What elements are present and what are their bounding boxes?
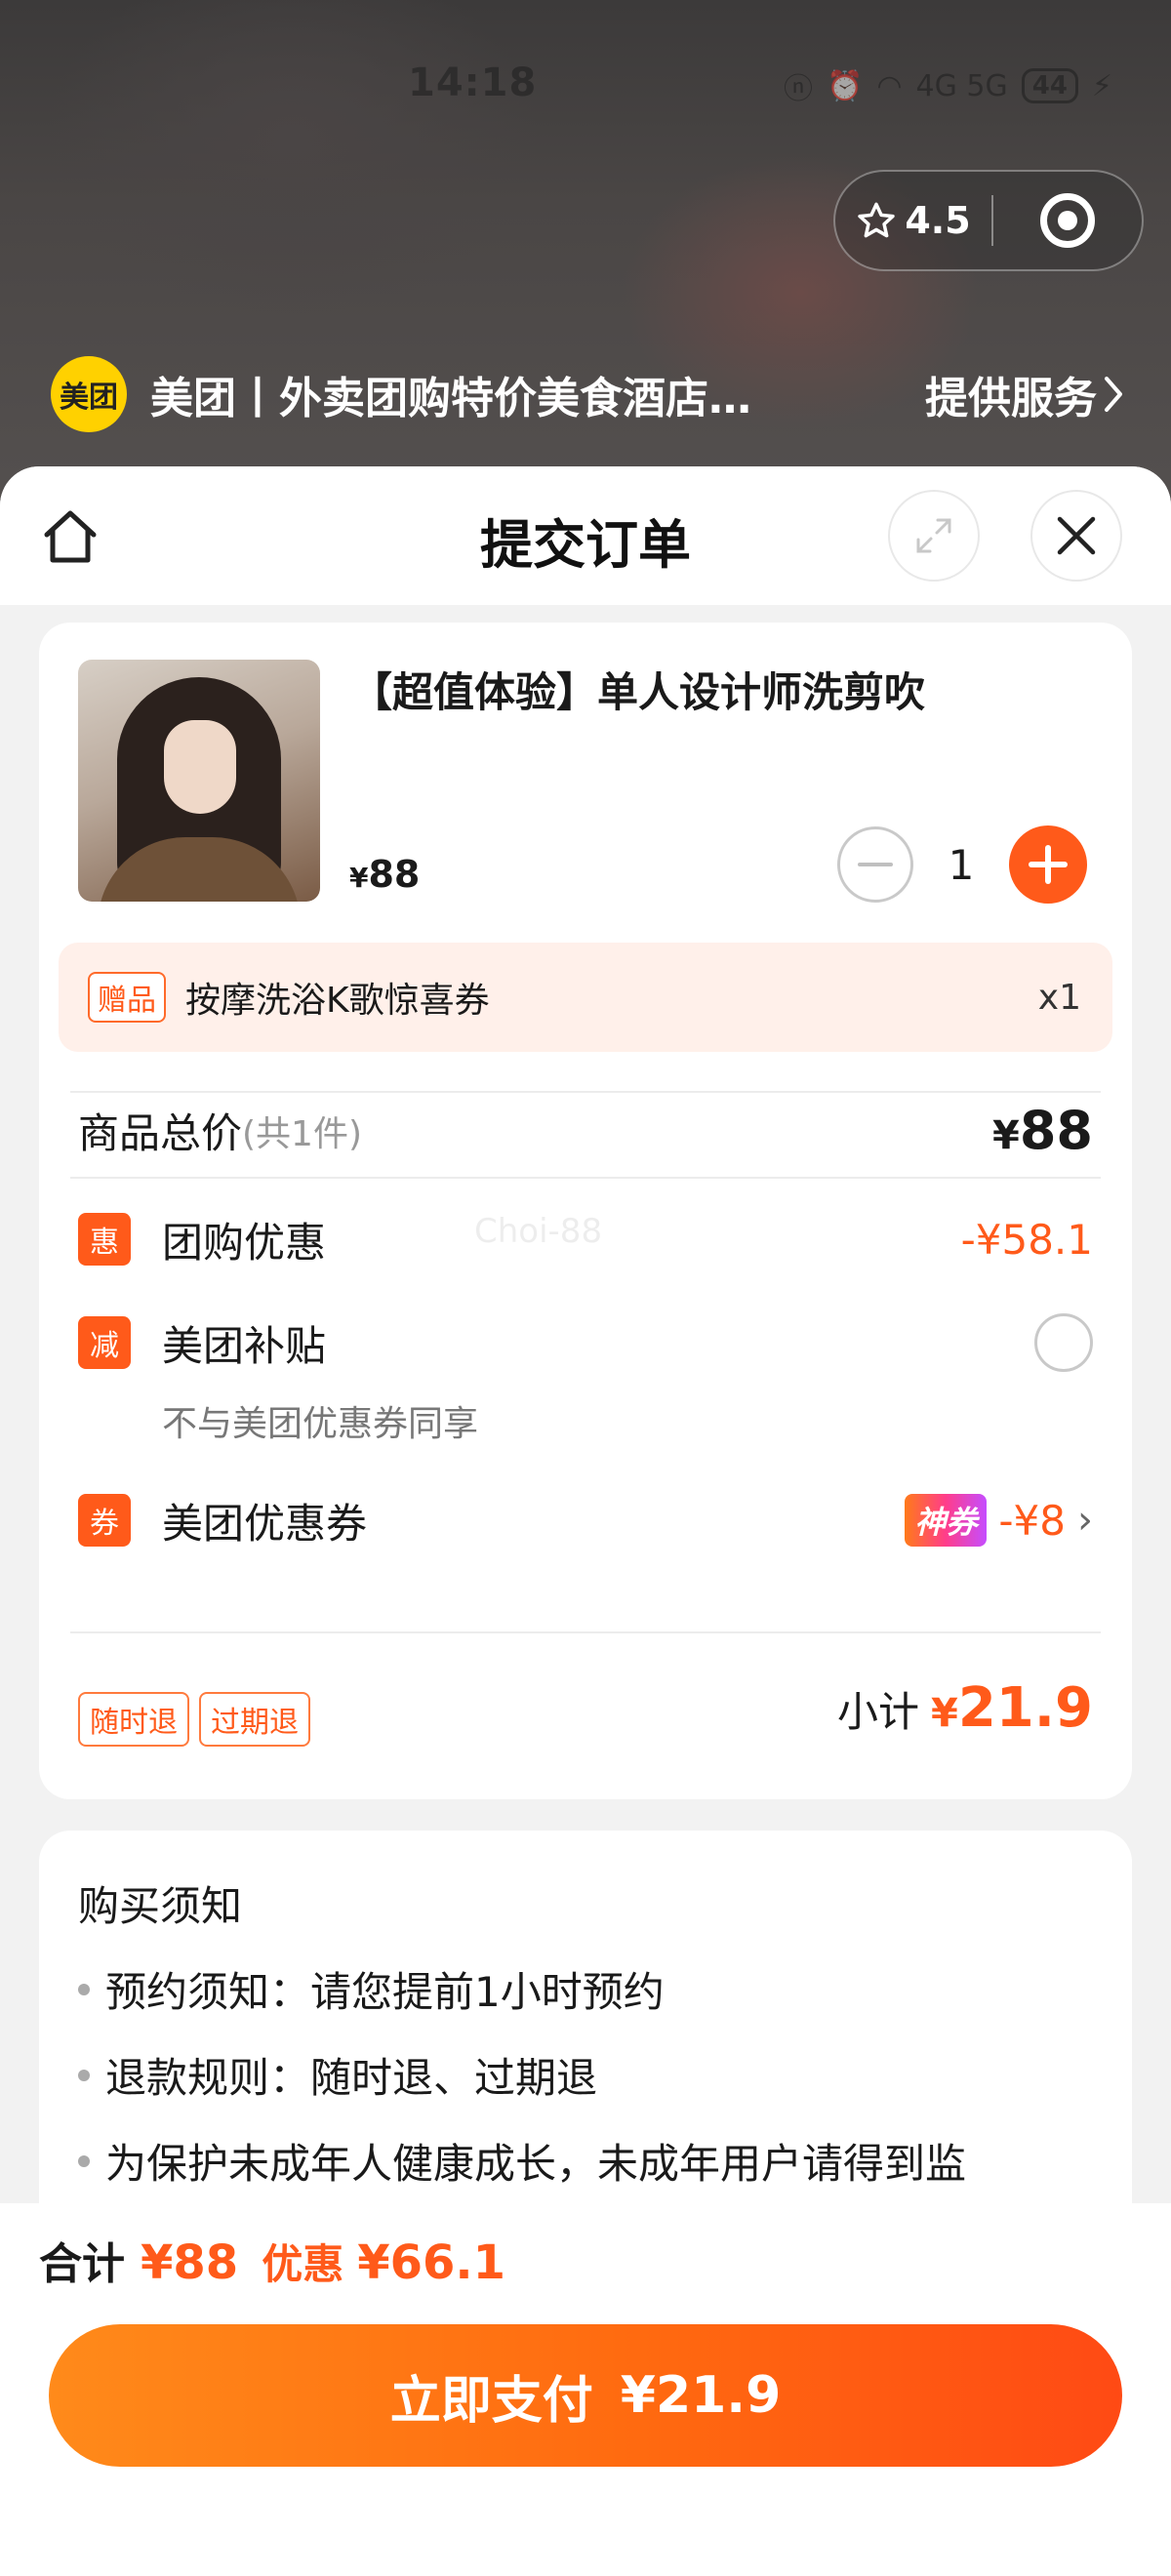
page-title: 提交订单 <box>480 514 691 576</box>
order-card: 【超值体验】单人设计师洗剪吹 ¥88 1 赠品 按摩洗浴K歌惊喜券 x1 商品总… <box>39 623 1132 1799</box>
pay-now-button[interactable]: 立即支付 ¥21.9 <box>49 2324 1122 2467</box>
mini-program-capsule: 4.5 <box>833 170 1144 271</box>
discount-label: 美团优惠券 <box>162 1499 368 1548</box>
super-coupon-tag: 神券 <box>905 1494 988 1547</box>
rating-value: 4.5 <box>905 199 971 242</box>
total-count: (共1件) <box>242 1113 363 1154</box>
coupon-amount: -¥8 <box>998 1496 1066 1545</box>
total-label: 商品总价 <box>78 1109 243 1157</box>
charging-icon: ⚡ <box>1091 68 1112 103</box>
subsidy-note: 不与美团优惠券同享 <box>162 1404 479 1444</box>
total-price-row: 商品总价 (共1件) ¥88 <box>78 1100 1093 1161</box>
subtotal-label: 小计 <box>836 1688 919 1736</box>
coupon-row[interactable]: 券 美团优惠券 神券 -¥8 › <box>78 1489 1093 1551</box>
nfc-icon: ⓝ <box>783 72 813 106</box>
checkout-footer: 合计 ¥88 优惠 ¥66.1 立即支付 ¥21.9 <box>0 2203 1171 2576</box>
refund-tag: 过期退 <box>199 1692 310 1747</box>
quantity-stepper: 1 <box>837 825 1087 904</box>
alarm-icon: ⏰ <box>826 68 864 103</box>
discount-value: -¥58.1 <box>960 1215 1093 1264</box>
close-icon <box>1057 516 1096 555</box>
pay-amount: ¥21.9 <box>620 2366 782 2425</box>
target-icon <box>1040 193 1095 248</box>
sheet-header: 提交订单 <box>0 466 1171 605</box>
sum-label: 合计 <box>39 2239 125 2289</box>
product-image <box>78 660 320 902</box>
notice-item: 预约须知：请您提前1小时预约 <box>78 1959 665 2019</box>
refund-tags: 随时退 过期退 <box>78 1692 310 1747</box>
subsidy-row[interactable]: 减 美团补贴 <box>78 1311 1093 1374</box>
battery-indicator: 44 <box>1021 68 1078 103</box>
decrease-quantity-button[interactable] <box>837 826 913 903</box>
discount-label: 团购优惠 <box>162 1218 327 1267</box>
chevron-right-icon <box>1105 377 1122 412</box>
gift-name: 按摩洗浴K歌惊喜券 <box>185 981 490 1021</box>
status-bar: 14:18 ⓝ ⏰ ◠ 4G 5G 44 ⚡ <box>0 60 1171 109</box>
discount-total-value: ¥66.1 <box>357 2235 506 2290</box>
gift-quantity: x1 <box>1037 977 1081 1018</box>
coupon-value: 神券 -¥8 › <box>905 1494 1093 1547</box>
divider <box>70 1631 1101 1633</box>
close-button[interactable] <box>1030 490 1122 582</box>
sum-row: 合计 ¥88 优惠 ¥66.1 <box>39 2229 505 2291</box>
pay-label: 立即支付 <box>389 2371 593 2431</box>
discount-total-label: 优惠 <box>262 2240 344 2288</box>
subtotal-value: ¥21.9 <box>930 1676 1093 1740</box>
discount-badge: 惠 <box>78 1213 131 1266</box>
total-value: ¥88 <box>992 1100 1093 1161</box>
rating-button[interactable]: 4.5 <box>835 199 991 242</box>
expand-icon <box>916 518 951 553</box>
chevron-right-icon: › <box>1077 1498 1093 1543</box>
refund-tag: 随时退 <box>78 1692 189 1747</box>
notice-item: 退款规则：随时退、过期退 <box>78 2045 597 2105</box>
gift-row: 赠品 按摩洗浴K歌惊喜券 x1 <box>59 943 1112 1052</box>
service-link[interactable]: 提供服务 <box>925 363 1124 425</box>
discount-badge: 减 <box>78 1316 131 1369</box>
subsidy-radio[interactable] <box>1034 1313 1093 1372</box>
subtotal: 小计 ¥21.9 <box>837 1676 1093 1740</box>
signal-text: 4G 5G <box>915 68 1008 103</box>
sum-value: ¥88 <box>141 2235 239 2290</box>
product-name: 【超值体验】单人设计师洗剪吹 <box>351 668 926 716</box>
service-link-label: 提供服务 <box>925 374 1097 423</box>
group-discount-row: 惠 团购优惠 -¥58.1 <box>78 1208 1093 1270</box>
quantity-value: 1 <box>948 840 975 889</box>
status-icons: ⓝ ⏰ ◠ 4G 5G 44 ⚡ <box>784 64 1112 107</box>
notice-title: 购买须知 <box>78 1882 243 1930</box>
star-icon <box>858 202 896 238</box>
status-time: 14:18 <box>408 60 538 105</box>
wifi-icon: ◠ <box>876 68 903 103</box>
mini-program-title: 美团丨外卖团购特价美食酒店… <box>150 374 751 423</box>
close-miniprogram-button[interactable] <box>993 193 1142 248</box>
discount-badge: 券 <box>78 1494 131 1547</box>
product-price: ¥88 <box>349 853 421 896</box>
expand-button[interactable] <box>888 490 980 582</box>
discount-label: 美团补贴 <box>162 1321 327 1370</box>
mini-program-bar: 美团 美团丨外卖团购特价美食酒店… 提供服务 <box>51 355 1124 433</box>
notice-item: 为保护未成年人健康成长，未成年用户请得到监 <box>78 2131 966 2191</box>
gift-tag: 赠品 <box>88 972 166 1023</box>
increase-quantity-button[interactable] <box>1009 825 1087 904</box>
meituan-logo: 美团 <box>51 356 127 432</box>
divider <box>70 1177 1101 1179</box>
divider <box>70 1091 1101 1093</box>
